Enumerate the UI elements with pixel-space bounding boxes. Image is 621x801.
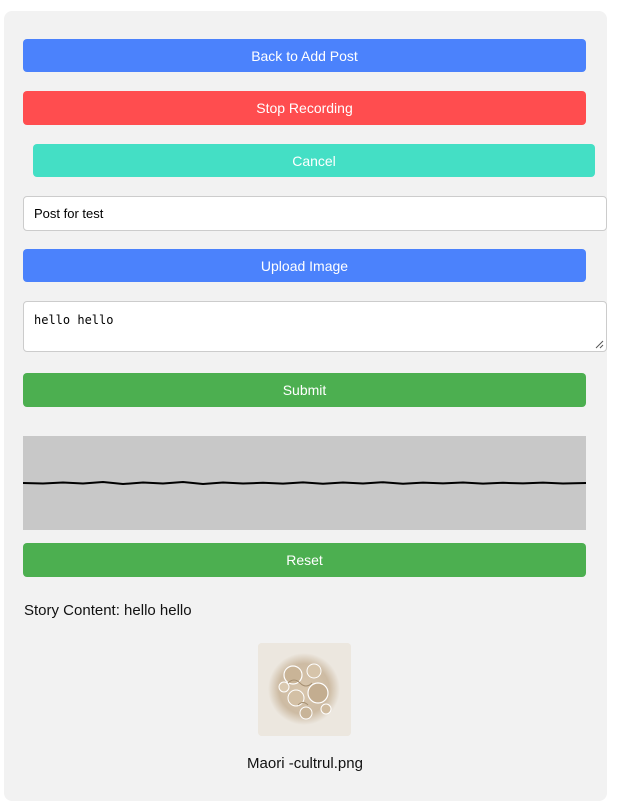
back-to-add-post-button[interactable]: Back to Add Post [23,39,586,72]
upload-image-button[interactable]: Upload Image [23,249,586,282]
reset-button[interactable]: Reset [23,543,586,577]
story-content-label: Story Content: hello hello [24,602,192,619]
resize-grip-icon[interactable] [595,340,604,349]
cancel-button[interactable]: Cancel [33,144,595,177]
submit-button[interactable]: Submit [23,373,586,407]
audio-waveform [22,436,587,530]
image-filename-caption: Maori -cultrul.png [247,755,363,772]
waveform-line [22,480,587,486]
image-preview [258,643,351,736]
story-content-textarea[interactable]: hello hello [23,301,607,352]
story-content-text: hello hello [34,313,114,327]
uploaded-image-thumbnail [258,643,351,736]
post-title-input[interactable]: Post for test [23,196,607,231]
stop-recording-button[interactable]: Stop Recording [23,91,586,125]
